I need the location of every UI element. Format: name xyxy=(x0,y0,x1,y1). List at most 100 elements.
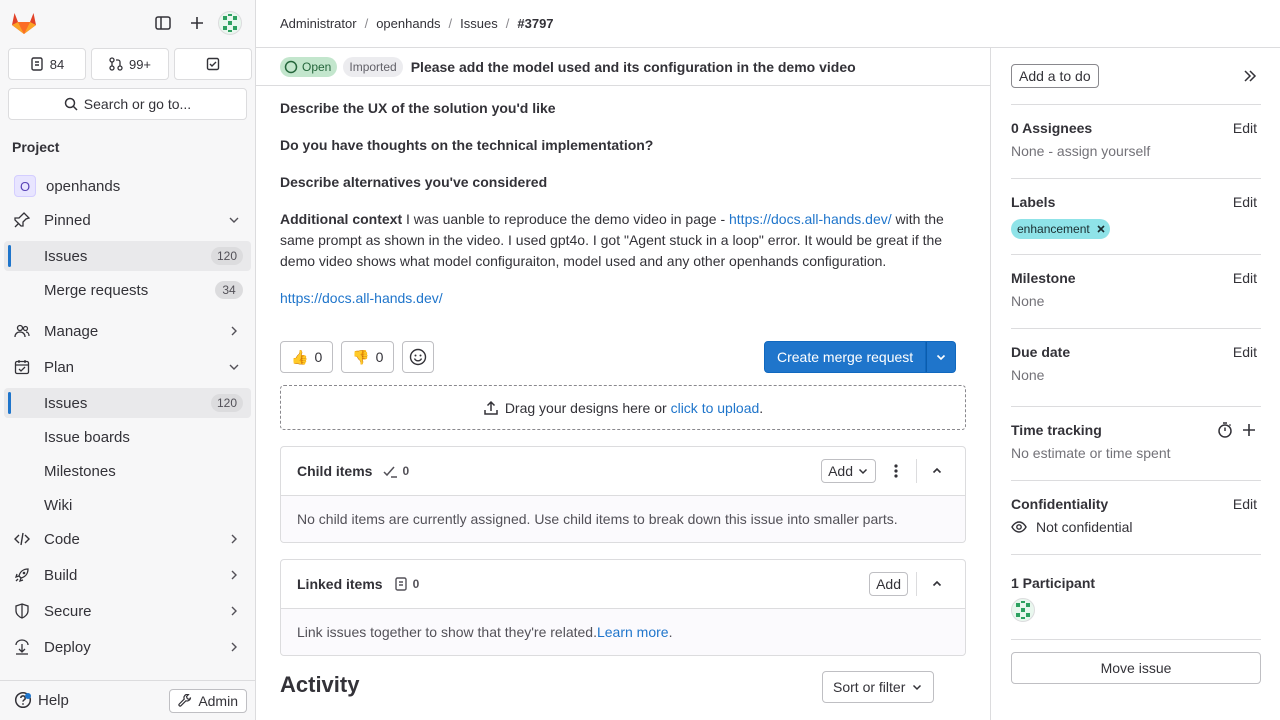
sidebar-item-issue-boards[interactable]: Issue boards xyxy=(4,422,251,452)
admin-label: Admin xyxy=(198,693,238,709)
help-button[interactable]: Help xyxy=(14,691,69,709)
breadcrumb-administrator[interactable]: Administrator xyxy=(280,16,357,31)
code-label: Code xyxy=(44,530,80,548)
add-todo-button[interactable]: Add a to do xyxy=(1011,64,1099,88)
issues-counter[interactable]: 84 xyxy=(8,48,86,80)
more-actions-button[interactable] xyxy=(884,459,908,483)
sidebar-footer: Help Admin xyxy=(0,680,255,720)
chevron-down-icon xyxy=(937,354,946,361)
move-issue-button[interactable]: Move issue xyxy=(1011,652,1261,684)
confidentiality-label: Confidentiality xyxy=(1011,496,1109,512)
gitlab-logo-icon[interactable] xyxy=(11,11,37,35)
status-text: Open xyxy=(302,59,332,74)
docs-link[interactable]: https://docs.all-hands.dev/ xyxy=(729,211,892,227)
due-date-edit[interactable]: Edit xyxy=(1233,344,1257,360)
child-items-card: Child items 0 Add No child items are cur xyxy=(280,446,966,543)
plus-icon[interactable] xyxy=(1241,422,1257,438)
secure-label: Secure xyxy=(44,602,92,620)
due-date-label: Due date xyxy=(1011,344,1071,360)
thumbs-down-button[interactable]: 👎 0 xyxy=(341,341,395,373)
activity-heading: Activity xyxy=(280,672,360,697)
issue-description: Describe the UX of the solution you'd li… xyxy=(280,98,966,325)
stopwatch-icon[interactable] xyxy=(1217,422,1233,438)
sidebar-item-code[interactable]: Code xyxy=(4,524,251,554)
dropzone-period: . xyxy=(759,399,764,416)
admin-button[interactable]: Admin xyxy=(169,689,247,713)
toggle-sidebar-icon[interactable] xyxy=(153,13,173,33)
breadcrumb-separator: / xyxy=(448,16,453,31)
sidebar-item-project[interactable]: O openhands xyxy=(4,171,251,201)
sidebar-item-plan-issues[interactable]: Issues 120 xyxy=(4,388,251,418)
labels-edit[interactable]: Edit xyxy=(1233,194,1257,210)
merge-requests-counter[interactable]: 99+ xyxy=(91,48,169,80)
help-notification-dot xyxy=(25,693,31,699)
linked-items-period: . xyxy=(668,624,673,640)
user-avatar[interactable] xyxy=(218,11,242,35)
sidebar-item-milestones[interactable]: Milestones xyxy=(4,456,251,486)
sidebar-item-build[interactable]: Build xyxy=(4,560,251,590)
time-tracking-value: No estimate or time spent xyxy=(1011,445,1171,461)
assignees-section: 0 Assignees Edit None - assign yourself xyxy=(1011,105,1261,179)
thumbs-down-icon: 👎 xyxy=(352,348,370,365)
rocket-icon xyxy=(14,567,30,583)
learn-more-link[interactable]: Learn more xyxy=(597,624,669,640)
collapse-sidebar-button[interactable] xyxy=(1242,68,1258,84)
thumbs-up-button[interactable]: 👍 0 xyxy=(280,341,334,373)
divider xyxy=(916,459,917,483)
milestone-value: None xyxy=(1011,293,1045,309)
breadcrumb-separator: / xyxy=(364,16,369,31)
add-reaction-button[interactable] xyxy=(402,341,435,373)
pinned-label: Pinned xyxy=(44,211,91,229)
click-to-upload-link[interactable]: click to upload xyxy=(671,400,760,416)
create-merge-request-dropdown[interactable] xyxy=(926,341,957,373)
sidebar-item-secure[interactable]: Secure xyxy=(4,596,251,626)
merge-requests-count: 99+ xyxy=(128,56,152,72)
code-icon xyxy=(14,531,30,547)
docs-link-2[interactable]: https://docs.all-hands.dev/ xyxy=(280,290,443,306)
sidebar-item-pinned[interactable]: Pinned xyxy=(4,205,251,235)
milestone-edit[interactable]: Edit xyxy=(1233,270,1257,286)
issues-icon xyxy=(394,577,407,591)
collapse-linked-items-button[interactable] xyxy=(925,572,949,596)
child-items-add-button[interactable]: Add xyxy=(821,459,876,483)
design-upload-dropzone[interactable]: Drag your designs here or click to uploa… xyxy=(280,385,966,430)
chevron-down-icon xyxy=(229,364,239,370)
sidebar-section-title: Project xyxy=(12,139,60,155)
close-icon[interactable] xyxy=(1096,224,1106,234)
labels-label: Labels xyxy=(1011,194,1056,210)
todos-counter[interactable] xyxy=(174,48,252,80)
milestone-section: Milestone Edit None xyxy=(1011,255,1261,329)
sidebar-item-pinned-issues[interactable]: Issues 120 xyxy=(4,241,251,271)
due-date-section: Due date Edit None xyxy=(1011,329,1261,407)
breadcrumb-issue-number[interactable]: #3797 xyxy=(517,16,553,31)
child-items-count-value: 0 xyxy=(402,464,410,478)
sidebar-item-deploy[interactable]: Deploy xyxy=(4,632,251,662)
assignees-value[interactable]: None - assign yourself xyxy=(1011,143,1150,159)
todo-icon xyxy=(206,57,220,71)
breadcrumb-issues[interactable]: Issues xyxy=(460,16,498,31)
desc-heading-alternatives: Describe alternatives you've considered xyxy=(280,174,548,190)
create-merge-request-button[interactable]: Create merge request xyxy=(764,341,927,373)
desc-context-label: Additional context xyxy=(280,211,403,227)
linked-items-actions: Add xyxy=(869,572,949,596)
sidebar-item-manage[interactable]: Manage xyxy=(4,316,251,346)
time-tracking-label: Time tracking xyxy=(1011,422,1102,438)
sort-or-filter-dropdown[interactable]: Sort or filter xyxy=(822,671,935,703)
child-items-count: 0 xyxy=(382,463,409,479)
sidebar-item-wiki[interactable]: Wiki xyxy=(4,490,251,520)
sidebar-item-pinned-merge-requests[interactable]: Merge requests 34 xyxy=(4,275,251,305)
child-items-title: Child items xyxy=(297,463,373,479)
plus-icon[interactable] xyxy=(187,13,207,33)
breadcrumb-openhands[interactable]: openhands xyxy=(376,16,440,31)
create-merge-request-group: Create merge request xyxy=(764,341,957,373)
child-items-empty-text: No child items are currently assigned. U… xyxy=(281,496,965,542)
linked-items-add-button[interactable]: Add xyxy=(869,572,908,596)
search-button[interactable]: Search or go to... xyxy=(8,88,247,120)
participant-avatar[interactable] xyxy=(1011,598,1035,622)
assignees-edit[interactable]: Edit xyxy=(1233,120,1257,136)
issues-count-badge: 120 xyxy=(210,247,243,265)
linked-items-card: Linked items 0 Add Link issues together … xyxy=(280,559,966,656)
sidebar-item-plan[interactable]: Plan xyxy=(4,352,251,382)
collapse-child-items-button[interactable] xyxy=(925,459,949,483)
confidentiality-edit[interactable]: Edit xyxy=(1233,496,1257,512)
